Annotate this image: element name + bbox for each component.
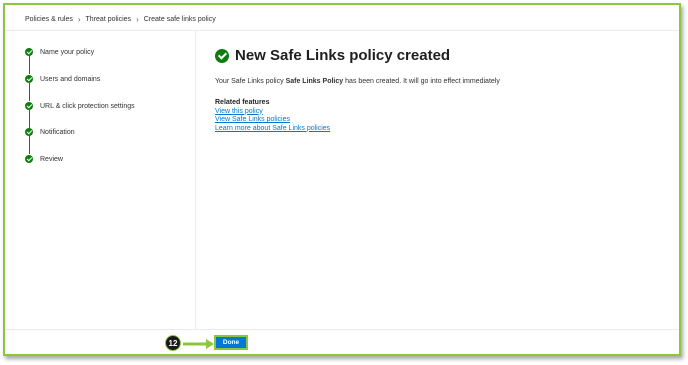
step-label: Notification: [40, 128, 75, 136]
breadcrumb-threat-policies[interactable]: Threat policies: [86, 16, 132, 23]
chevron-right-icon: ›: [136, 15, 139, 24]
app-window: Policies & rules › Threat policies › Cre…: [3, 3, 681, 356]
arrow-right-icon: [183, 339, 214, 349]
step-label: Name your policy: [40, 48, 95, 56]
policy-name: Safe Links Policy: [285, 78, 344, 85]
related-features-heading: Related features: [215, 99, 270, 106]
learn-more-safe-links-link[interactable]: Learn more about Safe Links policies: [215, 125, 655, 132]
step-connector: [28, 136, 30, 154]
desc-prefix: Your Safe Links policy: [215, 78, 286, 85]
check-icon: [25, 75, 33, 83]
step-label: Review: [40, 155, 63, 163]
step-name-your-policy[interactable]: Name your policy: [25, 48, 94, 56]
step-connector: [28, 83, 30, 101]
step-url-click-protection[interactable]: URL & click protection settings: [25, 102, 135, 110]
main-content: New Safe Links policy created Your Safe …: [215, 47, 655, 132]
step-connector: [28, 56, 30, 74]
confirmation-text: Your Safe Links policy Safe Links Policy…: [215, 78, 655, 85]
chevron-right-icon: ›: [77, 15, 81, 24]
view-safe-links-policies-link[interactable]: View Safe Links policies: [215, 116, 655, 123]
step-connector: [28, 110, 30, 128]
step-users-and-domains[interactable]: Users and domains: [25, 75, 100, 83]
check-icon: [25, 48, 33, 56]
step-label: Users and domains: [40, 75, 101, 83]
footer-divider: [5, 329, 679, 330]
page-title-row: New Safe Links policy created: [215, 47, 655, 64]
step-review[interactable]: Review: [25, 155, 63, 163]
desc-suffix: has been created. It will go into effect…: [343, 78, 500, 85]
check-icon: [25, 155, 33, 163]
breadcrumb-policies-rules[interactable]: Policies & rules: [25, 16, 73, 23]
check-icon: [25, 128, 33, 136]
done-button[interactable]: Done: [214, 335, 248, 350]
step-label: URL & click protection settings: [40, 102, 135, 110]
step-notification[interactable]: Notification: [25, 128, 75, 136]
page-title: New Safe Links policy created: [235, 47, 451, 64]
breadcrumb-create-safe-links-policy: Create safe links policy: [143, 16, 216, 23]
wizard-steps: Name your policy Users and domains URL &…: [5, 31, 196, 329]
breadcrumb: Policies & rules › Threat policies › Cre…: [25, 15, 216, 24]
check-icon: [25, 102, 33, 110]
step-number-badge: 12: [165, 335, 181, 351]
view-this-policy-link[interactable]: View this policy: [215, 108, 655, 115]
success-check-icon: [215, 48, 229, 63]
